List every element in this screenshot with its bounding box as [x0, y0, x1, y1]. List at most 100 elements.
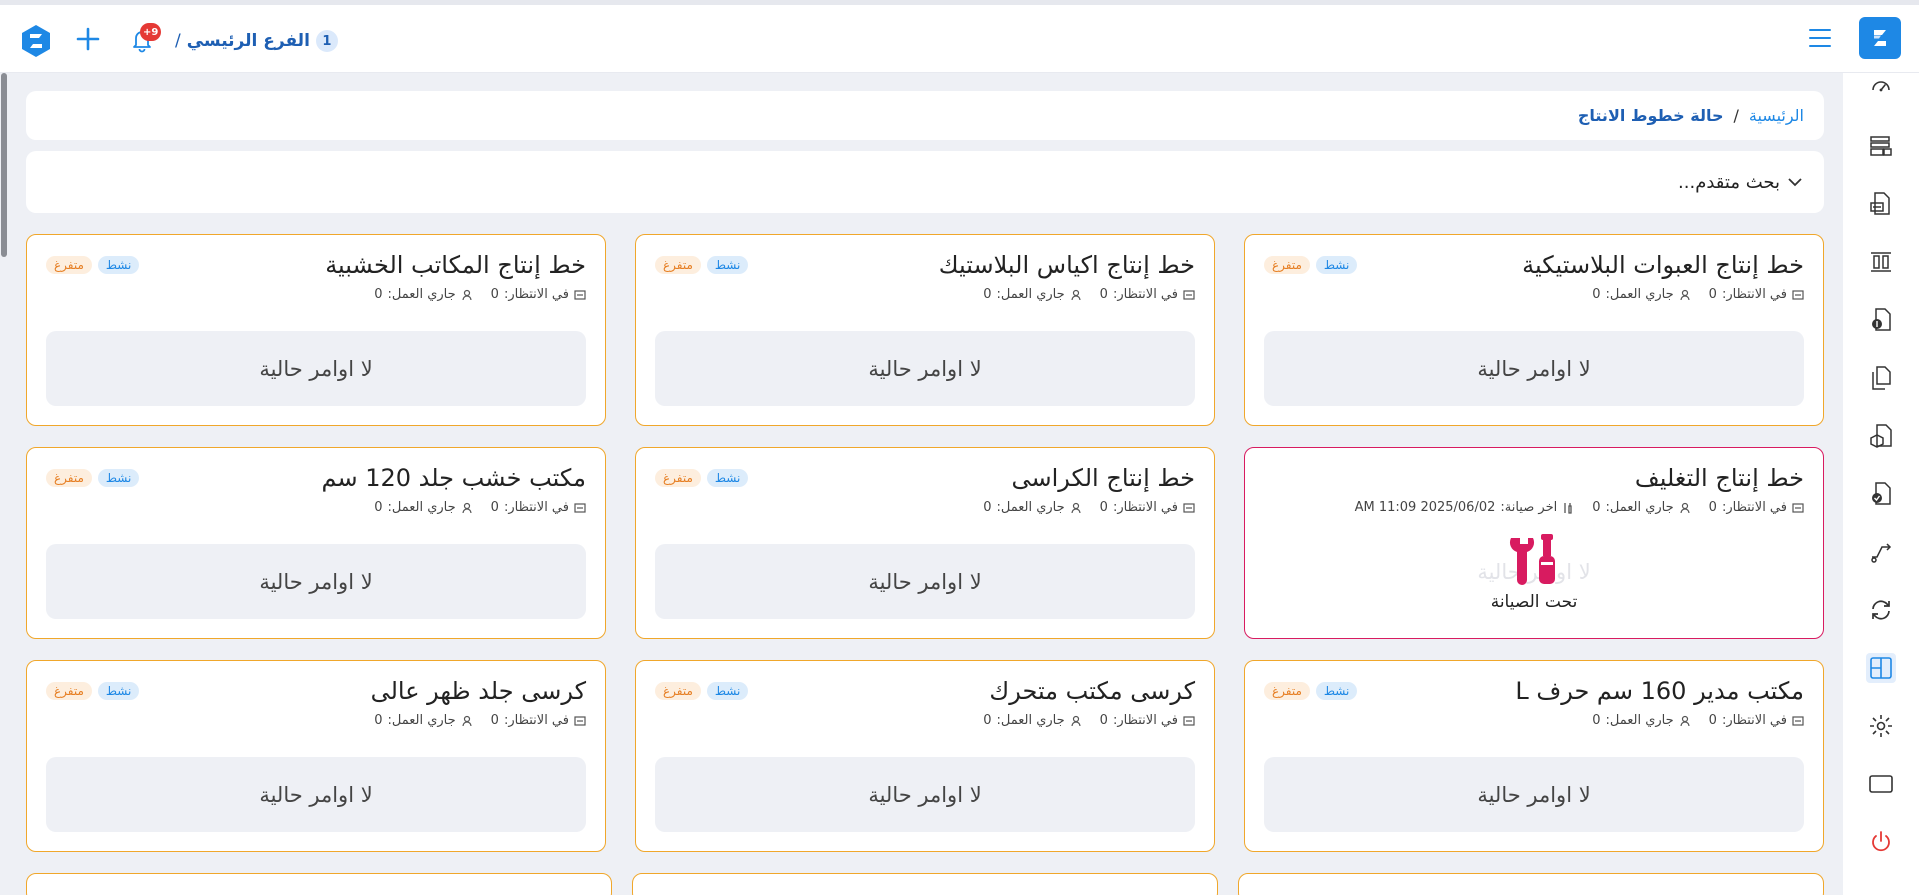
- production-line-card[interactable]: كرسى جلد ظهر عالى متفرغ نشط في الانتظار:…: [26, 660, 606, 852]
- stock-doc-icon[interactable]: [1866, 421, 1896, 451]
- queue-icon: [574, 502, 586, 513]
- production-line-card[interactable]: خط إنتاج الكراسى متفرغ نشط في الانتظار: …: [635, 447, 1215, 639]
- waiting-stat: في الانتظار: 0: [491, 287, 586, 302]
- working-count: 0: [983, 713, 992, 728]
- worker-icon: [462, 289, 472, 300]
- breadcrumb-current: حالة خطوط الانتاج: [1577, 106, 1724, 125]
- waiting-count: 0: [1099, 287, 1108, 302]
- hamburger-menu-icon[interactable]: [1809, 29, 1831, 47]
- branch-selector[interactable]: 1 الفرع الرئيسي /: [175, 27, 338, 55]
- warehouse-icon[interactable]: [1866, 131, 1896, 161]
- production-line-card[interactable]: مكتب مدير 160 سم حرف L متفرغ نشط في الان…: [1244, 660, 1824, 852]
- window-icon[interactable]: [1866, 769, 1896, 799]
- breadcrumb-home-link[interactable]: الرئيسية: [1749, 106, 1804, 125]
- production-line-title: كرسى جلد ظهر عالى: [370, 677, 586, 705]
- production-line-card[interactable]: خط إنتاج اكياس البلاستيك متفرغ نشط في ال…: [635, 234, 1215, 426]
- working-label: جاري العمل:: [387, 287, 456, 302]
- production-line-card-partial[interactable]: [1238, 873, 1824, 895]
- settings-icon[interactable]: [1866, 711, 1896, 741]
- waiting-count: 0: [490, 287, 499, 302]
- documents-icon[interactable]: [1866, 363, 1896, 393]
- main-content: الرئيسية / حالة خطوط الانتاج بحث متقدم..…: [26, 91, 1824, 213]
- no-orders-message: لا اوامر حالية: [655, 331, 1195, 406]
- production-line-stats: في الانتظار: 0 جاري العمل: 0: [46, 500, 586, 515]
- waiting-label: في الانتظار:: [1112, 287, 1178, 302]
- working-label: جاري العمل:: [1605, 713, 1674, 728]
- notification-count-badge: +9: [140, 23, 162, 41]
- worker-icon: [1071, 715, 1081, 726]
- working-count: 0: [983, 500, 992, 515]
- waiting-count: 0: [1708, 287, 1717, 302]
- no-orders-message: لا اوامر حالية: [1264, 331, 1804, 406]
- worker-icon: [1680, 289, 1690, 300]
- no-orders-message: لا اوامر حالية: [655, 757, 1195, 832]
- waiting-label: في الانتظار:: [1721, 500, 1787, 515]
- working-count: 0: [1592, 287, 1601, 302]
- queue-icon: [1792, 715, 1804, 726]
- production-line-title: خط إنتاج الكراسى: [1011, 464, 1195, 492]
- waiting-count: 0: [1099, 500, 1108, 515]
- production-line-card[interactable]: خط إنتاج العبوات البلاستيكية متفرغ نشط ف…: [1244, 234, 1824, 426]
- waiting-label: في الانتظار:: [1721, 287, 1787, 302]
- invoice-icon[interactable]: [1866, 189, 1896, 219]
- status-badge-active: نشط: [706, 469, 749, 487]
- waiting-count: 0: [1099, 713, 1108, 728]
- status-badge-idle: متفرغ: [655, 682, 701, 700]
- production-line-title: خط إنتاج المكاتب الخشبية: [325, 251, 586, 279]
- waiting-count: 0: [490, 500, 499, 515]
- working-label: جاري العمل:: [996, 500, 1065, 515]
- production-line-stats: في الانتظار: 0 جاري العمل: 0: [1264, 287, 1804, 302]
- scrollbar-thumb[interactable]: [1, 73, 7, 257]
- working-count: 0: [374, 287, 383, 302]
- working-label: جاري العمل:: [996, 713, 1065, 728]
- waiting-stat: في الانتظار: 0: [1709, 500, 1804, 515]
- production-line-stats: في الانتظار: 0 جاري العمل: 0: [1264, 713, 1804, 728]
- brand-logo-small-icon[interactable]: [18, 23, 54, 59]
- sync-icon[interactable]: [1866, 595, 1896, 625]
- production-line-card[interactable]: كرسى مكتب متحرك متفرغ نشط في الانتظار: 0…: [635, 660, 1215, 852]
- no-orders-message: لا اوامر حالية: [46, 757, 586, 832]
- production-line-title: مكتب خشب جلد 120 سم: [321, 464, 586, 492]
- status-badge-idle: متفرغ: [1264, 256, 1310, 274]
- power-icon[interactable]: [1866, 827, 1896, 857]
- transfer-icon[interactable]: [1866, 537, 1896, 567]
- working-stat: جاري العمل: 0: [1592, 713, 1690, 728]
- dashboard-icon[interactable]: [1866, 71, 1896, 101]
- queue-icon: [1792, 289, 1804, 300]
- production-lines-grid: خط إنتاج العبوات البلاستيكية متفرغ نشط ف…: [26, 234, 1824, 852]
- production-line-card[interactable]: خط إنتاج التغليف في الانتظار: 0 جاري الع…: [1244, 447, 1824, 639]
- maintenance-overlay: لا اوامر حالية تحت الصيانة: [1245, 532, 1823, 612]
- working-label: جاري العمل:: [387, 713, 456, 728]
- production-line-card-partial[interactable]: [632, 873, 1218, 895]
- production-line-card-partial[interactable]: [26, 873, 612, 895]
- waiting-stat: في الانتظار: 0: [491, 713, 586, 728]
- advanced-search-toggle[interactable]: بحث متقدم...: [26, 151, 1824, 213]
- waiting-stat: في الانتظار: 0: [1100, 713, 1195, 728]
- status-badge-active: نشط: [706, 682, 749, 700]
- brand-logo-icon[interactable]: [1859, 17, 1901, 59]
- worker-icon: [462, 715, 472, 726]
- working-stat: جاري العمل: 0: [1592, 500, 1690, 515]
- queue-icon: [1792, 502, 1804, 513]
- no-orders-message: لا اوامر حالية: [655, 544, 1195, 619]
- finance-doc-icon[interactable]: [1866, 305, 1896, 335]
- production-line-card[interactable]: خط إنتاج المكاتب الخشبية متفرغ نشط في ال…: [26, 234, 606, 426]
- approved-doc-icon[interactable]: [1866, 479, 1896, 509]
- wrench-screwdriver-icon: [1509, 534, 1555, 585]
- plus-icon: [76, 27, 100, 51]
- status-badge-idle: متفرغ: [46, 682, 92, 700]
- waiting-label: في الانتظار:: [1721, 713, 1787, 728]
- last-maintenance-stat: اخر صيانة: 2025/06/02 11:09 AM: [1355, 500, 1575, 515]
- layout-icon[interactable]: [1866, 653, 1896, 683]
- queue-icon: [574, 289, 586, 300]
- production-line-stats: في الانتظار: 0 جاري العمل: 0 اخر صيانة: 2…: [1264, 500, 1804, 515]
- columns-icon[interactable]: [1866, 247, 1896, 277]
- chevron-down-icon: [1788, 178, 1802, 187]
- add-button[interactable]: [71, 22, 105, 56]
- no-orders-message: لا اوامر حالية: [46, 544, 586, 619]
- working-stat: جاري العمل: 0: [983, 287, 1081, 302]
- last-maintenance-date: 2025/06/02 11:09 AM: [1354, 500, 1496, 515]
- waiting-stat: في الانتظار: 0: [1100, 287, 1195, 302]
- queue-icon: [574, 715, 586, 726]
- production-line-card[interactable]: مكتب خشب جلد 120 سم متفرغ نشط في الانتظا…: [26, 447, 606, 639]
